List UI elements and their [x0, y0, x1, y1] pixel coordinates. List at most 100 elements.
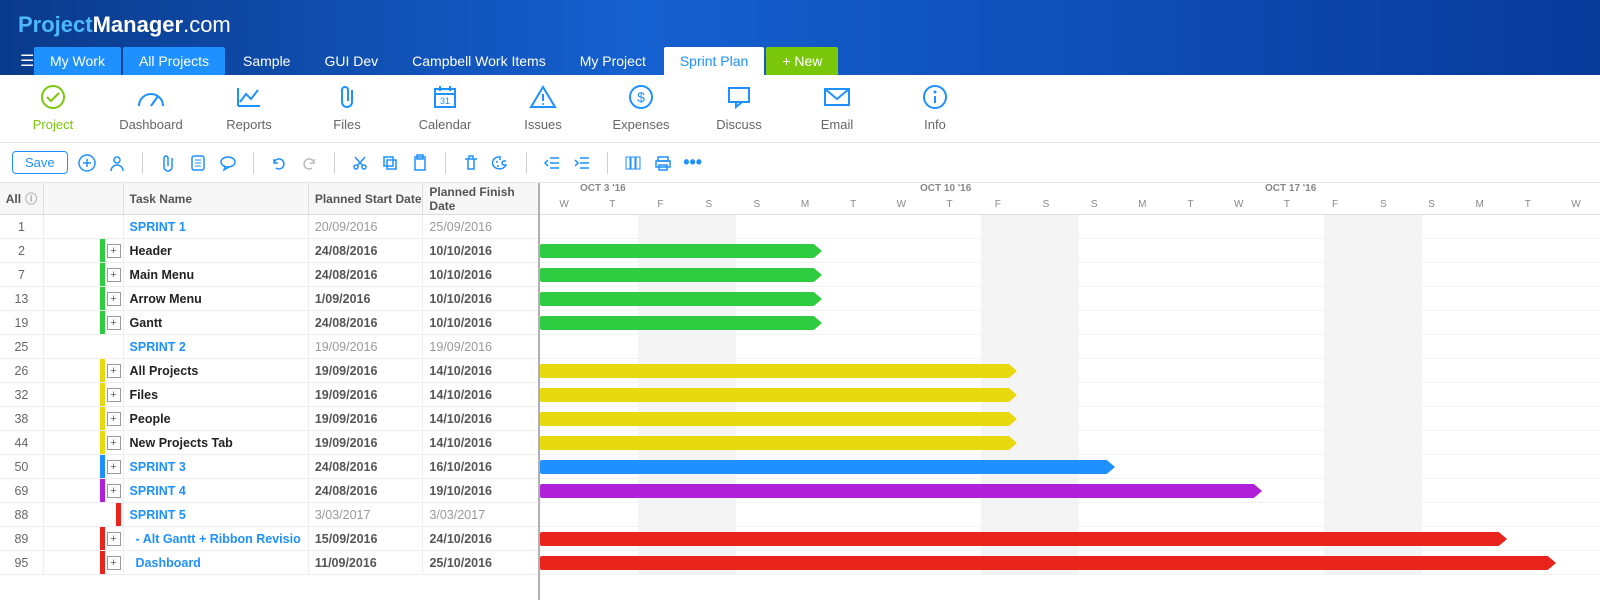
gantt-bar[interactable] — [540, 532, 1500, 546]
delete-icon[interactable] — [460, 152, 482, 174]
finish-date[interactable]: 14/10/2016 — [423, 431, 538, 454]
nav-discuss[interactable]: Discuss — [704, 83, 774, 142]
gantt-bar[interactable] — [540, 388, 1010, 402]
nav-expenses[interactable]: $ Expenses — [606, 83, 676, 142]
finish-date[interactable]: 3/03/2017 — [423, 503, 538, 526]
tab-my-project[interactable]: My Project — [564, 47, 662, 75]
menu-icon[interactable]: ☰ — [10, 51, 34, 71]
tab-gui-dev[interactable]: GUI Dev — [308, 47, 394, 75]
expand-icon[interactable]: + — [107, 316, 121, 330]
table-row[interactable]: 19+Gantt24/08/201610/10/2016 — [0, 311, 538, 335]
nav-info[interactable]: Info — [900, 83, 970, 142]
task-name[interactable]: All Projects — [124, 359, 309, 382]
task-name[interactable]: Header — [124, 239, 309, 262]
gantt-bar[interactable] — [540, 292, 815, 306]
gantt-bar[interactable] — [540, 460, 1108, 474]
nav-files[interactable]: Files — [312, 83, 382, 142]
finish-date[interactable]: 14/10/2016 — [423, 383, 538, 406]
notes-icon[interactable] — [187, 152, 209, 174]
tab-sample[interactable]: Sample — [227, 47, 306, 75]
indent-icon[interactable] — [571, 152, 593, 174]
columns-icon[interactable] — [622, 152, 644, 174]
task-name[interactable]: SPRINT 3 — [124, 455, 309, 478]
copy-icon[interactable] — [379, 152, 401, 174]
finish-date[interactable]: 14/10/2016 — [423, 407, 538, 430]
start-date[interactable]: 20/09/2016 — [309, 215, 424, 238]
start-date[interactable]: 1/09/2016 — [309, 287, 424, 310]
gantt-bar[interactable] — [540, 484, 1255, 498]
tab-campbell[interactable]: Campbell Work Items — [396, 47, 562, 75]
outdent-icon[interactable] — [541, 152, 563, 174]
person-icon[interactable] — [106, 152, 128, 174]
paste-icon[interactable] — [409, 152, 431, 174]
finish-date[interactable]: 10/10/2016 — [423, 287, 538, 310]
print-icon[interactable] — [652, 152, 674, 174]
tab-new[interactable]: + New — [766, 47, 838, 75]
tab-sprint-plan[interactable]: Sprint Plan — [664, 47, 764, 75]
start-date[interactable]: 24/08/2016 — [309, 263, 424, 286]
finish-date[interactable]: 25/10/2016 — [423, 551, 538, 574]
nav-dashboard[interactable]: Dashboard — [116, 83, 186, 142]
start-date[interactable]: 19/09/2016 — [309, 335, 424, 358]
expand-icon[interactable]: + — [107, 244, 121, 258]
start-date[interactable]: 19/09/2016 — [309, 407, 424, 430]
task-name[interactable]: SPRINT 1 — [124, 215, 309, 238]
task-name[interactable]: Arrow Menu — [124, 287, 309, 310]
tab-all-projects[interactable]: All Projects — [123, 47, 225, 75]
col-start-date[interactable]: Planned Start Date — [309, 183, 424, 214]
finish-date[interactable]: 24/10/2016 — [423, 527, 538, 550]
expand-icon[interactable]: + — [107, 364, 121, 378]
more-icon[interactable]: ••• — [682, 152, 704, 174]
gantt-bar[interactable] — [540, 268, 815, 282]
table-row[interactable]: 44+New Projects Tab19/09/201614/10/2016 — [0, 431, 538, 455]
table-row[interactable]: 1SPRINT 120/09/201625/09/2016 — [0, 215, 538, 239]
task-name[interactable]: - Alt Gantt + Ribbon Revisio — [124, 527, 309, 550]
table-row[interactable]: 2+Header24/08/201610/10/2016 — [0, 239, 538, 263]
table-row[interactable]: 32+Files19/09/201614/10/2016 — [0, 383, 538, 407]
table-row[interactable]: 50+SPRINT 324/08/201616/10/2016 — [0, 455, 538, 479]
task-name[interactable]: New Projects Tab — [124, 431, 309, 454]
tab-my-work[interactable]: My Work — [34, 47, 121, 75]
start-date[interactable]: 19/09/2016 — [309, 359, 424, 382]
task-name[interactable]: SPRINT 2 — [124, 335, 309, 358]
finish-date[interactable]: 19/09/2016 — [423, 335, 538, 358]
start-date[interactable]: 24/08/2016 — [309, 239, 424, 262]
expand-icon[interactable]: + — [107, 388, 121, 402]
expand-icon[interactable]: + — [107, 292, 121, 306]
gantt-bar[interactable] — [540, 364, 1010, 378]
finish-date[interactable]: 10/10/2016 — [423, 263, 538, 286]
finish-date[interactable]: 10/10/2016 — [423, 239, 538, 262]
start-date[interactable]: 3/03/2017 — [309, 503, 424, 526]
comment-icon[interactable] — [217, 152, 239, 174]
table-row[interactable]: 26+All Projects19/09/201614/10/2016 — [0, 359, 538, 383]
gantt-bar[interactable] — [540, 556, 1549, 570]
palette-icon[interactable] — [490, 152, 512, 174]
start-date[interactable]: 24/08/2016 — [309, 479, 424, 502]
expand-icon[interactable]: + — [107, 412, 121, 426]
task-name[interactable]: Files — [124, 383, 309, 406]
nav-email[interactable]: Email — [802, 83, 872, 142]
task-name[interactable]: People — [124, 407, 309, 430]
table-row[interactable]: 38+People19/09/201614/10/2016 — [0, 407, 538, 431]
expand-icon[interactable]: + — [107, 436, 121, 450]
task-name[interactable]: Gantt — [124, 311, 309, 334]
table-row[interactable]: 89+- Alt Gantt + Ribbon Revisio15/09/201… — [0, 527, 538, 551]
finish-date[interactable]: 14/10/2016 — [423, 359, 538, 382]
table-row[interactable]: 7+Main Menu24/08/201610/10/2016 — [0, 263, 538, 287]
start-date[interactable]: 19/09/2016 — [309, 383, 424, 406]
task-name[interactable]: Dashboard — [124, 551, 309, 574]
table-row[interactable]: 95+Dashboard11/09/201625/10/2016 — [0, 551, 538, 575]
nav-project[interactable]: Project — [18, 83, 88, 142]
col-finish-date[interactable]: Planned Finish Date — [423, 183, 538, 214]
expand-icon[interactable]: + — [107, 532, 121, 546]
undo-icon[interactable] — [268, 152, 290, 174]
start-date[interactable]: 19/09/2016 — [309, 431, 424, 454]
add-icon[interactable] — [76, 152, 98, 174]
redo-icon[interactable] — [298, 152, 320, 174]
expand-icon[interactable]: + — [107, 268, 121, 282]
table-row[interactable]: 13+Arrow Menu1/09/201610/10/2016 — [0, 287, 538, 311]
table-row[interactable]: 88SPRINT 53/03/20173/03/2017 — [0, 503, 538, 527]
table-row[interactable]: 69+SPRINT 424/08/201619/10/2016 — [0, 479, 538, 503]
start-date[interactable]: 24/08/2016 — [309, 311, 424, 334]
expand-icon[interactable]: + — [107, 460, 121, 474]
